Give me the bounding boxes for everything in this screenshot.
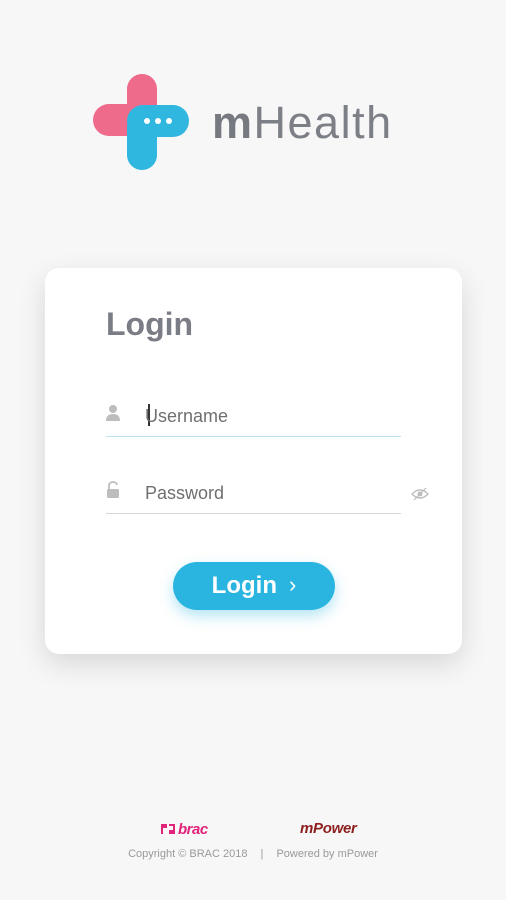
username-field: [106, 396, 401, 437]
powered-by-text: Powered by mPower: [276, 848, 378, 860]
brac-emblem-icon: [161, 824, 175, 834]
brac-logo: brac: [160, 818, 208, 840]
copyright-text: Copyright © BRAC 2018: [128, 848, 248, 860]
app-logo: mHealth: [91, 72, 421, 172]
brand-prefix: m: [212, 97, 254, 148]
footer-separator: |: [260, 848, 264, 860]
password-field: [106, 473, 429, 514]
login-title: Login: [106, 306, 194, 342]
username-input[interactable]: [143, 396, 387, 436]
password-input[interactable]: [143, 473, 387, 513]
login-button-label: Login: [211, 572, 277, 599]
user-icon: [106, 405, 120, 421]
medical-cross-chat-icon: [93, 74, 189, 170]
chevron-right-icon: ›: [288, 572, 297, 597]
login-card: Login Login ›: [45, 268, 462, 654]
lock-icon: [107, 481, 119, 498]
eye-icon[interactable]: [411, 487, 429, 501]
app-wordmark: mHealth: [212, 100, 393, 145]
footer-copyright-line: Copyright © BRAC 2018 | Powered by mPowe…: [0, 848, 506, 860]
login-button[interactable]: Login ›: [173, 562, 335, 610]
brand-name: Health: [253, 97, 393, 148]
mpower-logo: mPower: [300, 820, 357, 840]
mpower-logo-text: mPower: [300, 820, 357, 837]
brac-logo-text: brac: [178, 820, 208, 838]
